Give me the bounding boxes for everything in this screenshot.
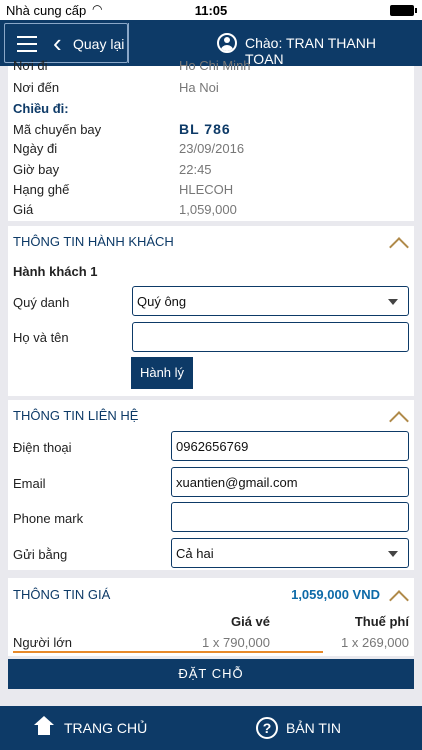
collapse-chevron-icon[interactable] — [389, 237, 409, 257]
departure-date-value: 23/09/2016 — [179, 141, 245, 156]
departure-time-label: Giờ bay — [13, 162, 60, 177]
tab-news[interactable]: ? BẢN TIN — [256, 706, 386, 750]
price-section-title[interactable]: THÔNG TIN GIÁ — [13, 587, 110, 602]
back-chevron-icon[interactable]: ‹ — [53, 30, 62, 56]
contact-section-title[interactable]: THÔNG TIN LIÊN HỆ — [13, 408, 138, 423]
departure-time-value: 22:45 — [179, 162, 212, 177]
to-label: Nơi đến — [13, 80, 60, 95]
phone-label: Điện thoại — [13, 440, 72, 455]
passenger-section-title[interactable]: THÔNG TIN HÀNH KHÁCH — [13, 234, 174, 249]
flight-number-value: BL 786 — [179, 121, 231, 137]
price-label: Giá — [13, 202, 34, 217]
send-via-value: Cả hai — [176, 546, 214, 561]
adult-row-label: Người lớn — [13, 635, 72, 650]
clock: 11:05 — [194, 3, 228, 18]
book-button[interactable]: ĐẶT CHỖ — [8, 659, 414, 689]
departure-date-label: Ngày đi — [13, 141, 58, 156]
title-select-value: Quý ông — [137, 294, 187, 309]
dropdown-arrow-icon — [388, 299, 398, 305]
help-icon: ? — [256, 717, 278, 739]
direction-label: Chiều đi: — [13, 101, 69, 116]
passenger-subtitle: Hành khách 1 — [13, 264, 98, 279]
home-icon — [34, 716, 54, 736]
price-value: 1,059,000 — [179, 202, 237, 217]
status-bar: Nhà cung cấp ◠ 11:05 — [0, 0, 422, 20]
collapse-chevron-icon[interactable] — [389, 590, 409, 610]
menu-icon[interactable] — [17, 36, 37, 52]
row-divider — [13, 651, 323, 653]
title-select[interactable]: Quý ông — [132, 286, 409, 316]
nav-left-group: ‹ Quay lại — [4, 23, 128, 63]
adult-fare-value: 1 x 790,000 — [202, 635, 270, 650]
tax-column-header: Thuế phí — [354, 614, 409, 629]
dropdown-arrow-icon — [388, 551, 398, 557]
fullname-input[interactable] — [132, 322, 409, 352]
title-label: Quý danh — [13, 295, 70, 310]
fullname-label: Họ và tên — [13, 330, 69, 345]
bottom-navbar: TRANG CHỦ ? BẢN TIN — [0, 706, 422, 750]
adult-tax-value: 1 x 269,000 — [341, 635, 409, 650]
greeting-text: Chào: TRAN THANH TOAN — [245, 35, 376, 67]
flight-info-card: Nơi đi Ho Chi Minh Nơi đến Ha Noi Chiều … — [8, 58, 414, 221]
send-via-label: Gửi bằng — [13, 547, 68, 562]
collapse-chevron-icon[interactable] — [389, 411, 409, 431]
email-input[interactable]: xuantien@gmail.com — [171, 467, 409, 497]
tab-home-label: TRANG CHỦ — [64, 720, 148, 736]
seat-class-value: HLECOH — [179, 182, 234, 197]
seat-class-label: Hạng ghế — [13, 182, 70, 197]
fare-column-header: Giá vé — [230, 614, 270, 629]
to-value: Ha Noi — [179, 80, 219, 95]
contact-info-card: THÔNG TIN LIÊN HỆ Điện thoại 0962656769 … — [8, 400, 414, 570]
phonemark-input[interactable] — [171, 502, 409, 532]
send-via-select[interactable]: Cả hai — [171, 538, 409, 568]
price-info-card: THÔNG TIN GIÁ 1,059,000 VND Giá vé Thuế … — [8, 578, 414, 656]
tab-home[interactable]: TRANG CHỦ — [34, 706, 184, 750]
back-button[interactable]: Quay lại — [73, 36, 124, 52]
user-icon — [217, 33, 237, 53]
user-greeting-group[interactable]: Chào: TRAN THANH TOAN — [128, 23, 418, 67]
email-label: Email — [13, 476, 46, 491]
phone-input[interactable]: 0962656769 — [171, 431, 409, 461]
battery-icon — [390, 5, 417, 16]
passenger-info-card: THÔNG TIN HÀNH KHÁCH Hành khách 1 Quý da… — [8, 226, 414, 396]
from-value: Ho Chi Minh — [179, 58, 251, 73]
from-label: Nơi đi — [13, 58, 48, 73]
phonemark-label: Phone mark — [13, 511, 84, 526]
price-total: 1,059,000 VND — [291, 587, 380, 602]
flight-number-label: Mã chuyến bay — [13, 122, 102, 137]
baggage-button[interactable]: Hành lý — [131, 357, 193, 389]
tab-news-label: BẢN TIN — [286, 720, 341, 736]
